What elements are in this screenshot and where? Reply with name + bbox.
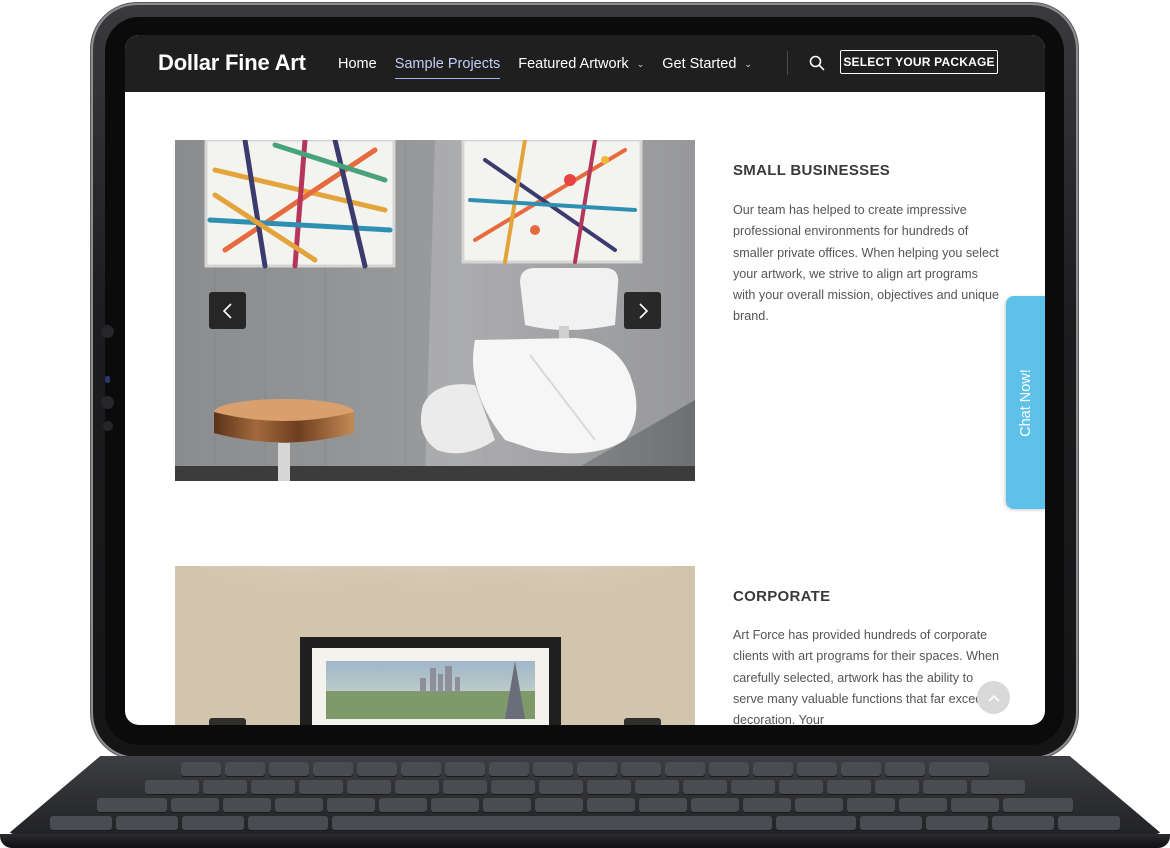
keyboard-edge: [0, 834, 1170, 848]
camera-dot: [103, 421, 113, 431]
chevron-left-icon: [222, 302, 232, 319]
chevron-right-icon: [638, 302, 648, 319]
nav-label: Get Started: [662, 55, 737, 72]
back-to-top-button[interactable]: [977, 681, 1010, 714]
nav-label: Home: [338, 55, 377, 72]
site-header: Dollar Fine Art Home Sample Projects Fea…: [125, 35, 1045, 92]
site-logo[interactable]: Dollar Fine Art: [158, 50, 306, 76]
nav-label: Featured Artwork: [518, 55, 629, 72]
chevron-up-icon: [987, 694, 1000, 702]
camera-dot: [101, 325, 114, 338]
slider-prev-button[interactable]: [209, 718, 246, 725]
camera-dot: [101, 396, 114, 409]
chat-now-button[interactable]: Chat Now!: [1006, 296, 1045, 509]
keyboard-row: [15, 816, 1155, 830]
keyboard-row: [100, 762, 1070, 776]
project-slider-small-business[interactable]: [175, 140, 695, 481]
office-photo: [175, 566, 695, 725]
slider-prev-button[interactable]: [209, 292, 246, 329]
section-text-corporate: Art Force has provided hundreds of corpo…: [733, 628, 999, 725]
nav-divider: [787, 51, 788, 75]
main-nav: Home Sample Projects Featured Artwork ⌄ G…: [338, 35, 770, 92]
search-icon[interactable]: [808, 54, 826, 72]
section-title-corporate: CORPORATE: [733, 588, 831, 605]
keyboard-row: [40, 798, 1130, 812]
nav-label: Sample Projects: [394, 55, 501, 72]
slider-next-button[interactable]: [624, 292, 661, 329]
select-package-button[interactable]: SELECT YOUR PACKAGE: [840, 50, 998, 74]
keyboard-row: [70, 780, 1100, 794]
camera-lens: [105, 376, 110, 383]
nav-featured-artwork[interactable]: Featured Artwork ⌄: [518, 35, 644, 92]
nav-sample-projects[interactable]: Sample Projects: [394, 35, 501, 92]
chevron-down-icon: ⌄: [636, 59, 645, 69]
browser-screen: Dollar Fine Art Home Sample Projects Fea…: [125, 35, 1045, 725]
slider-next-button[interactable]: [624, 718, 661, 725]
chat-now-label: Chat Now!: [1017, 368, 1034, 437]
office-photo: [175, 140, 695, 481]
section-title-small-businesses: SMALL BUSINESSES: [733, 162, 891, 179]
project-slider-corporate[interactable]: [175, 566, 695, 725]
keyboard: [0, 748, 1170, 848]
section-text-small-businesses: Our team has helped to create impressive…: [733, 203, 1000, 324]
nav-home[interactable]: Home: [338, 35, 377, 92]
chevron-down-icon: ⌄: [744, 59, 752, 69]
nav-get-started[interactable]: Get Started ⌄: [662, 35, 752, 92]
